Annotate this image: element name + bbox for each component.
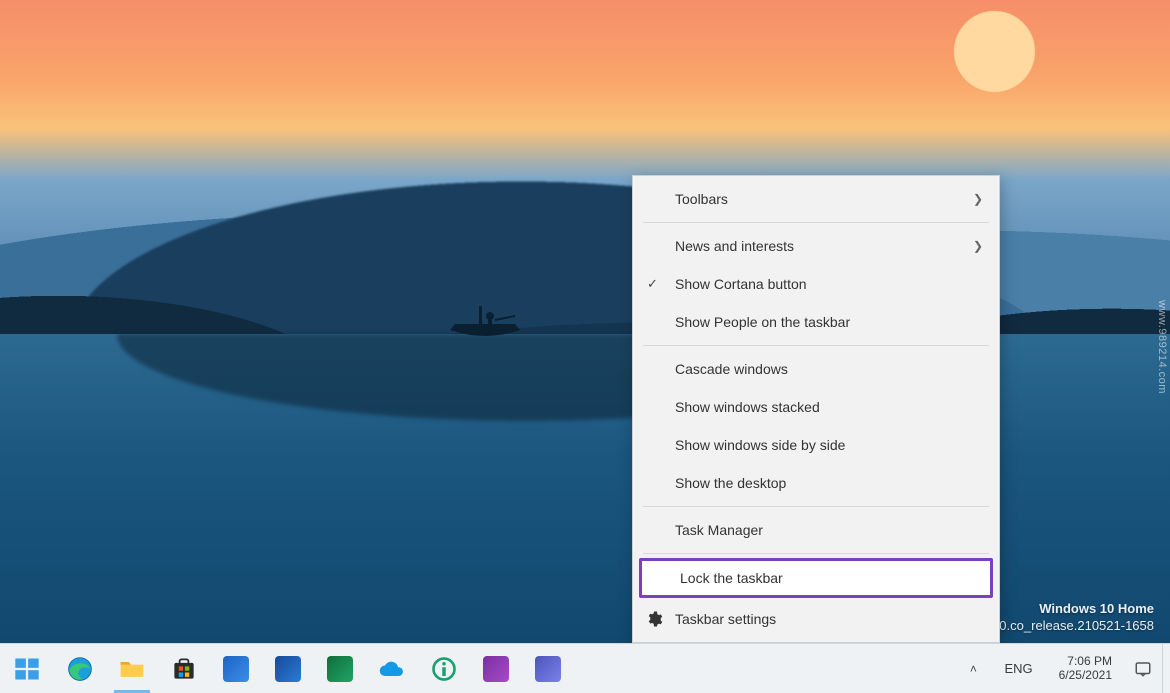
start-button[interactable] (0, 644, 54, 693)
menu-item-label: Toolbars (675, 191, 728, 207)
windows-logo-icon (13, 655, 41, 683)
menu-item-label: Lock the taskbar (680, 570, 783, 586)
menu-separator (643, 345, 989, 346)
tray-language-label: ENG (1004, 661, 1032, 676)
menu-item-label: Show the desktop (675, 475, 786, 491)
taskbar-app-onedrive[interactable] (366, 644, 418, 693)
tray-language-button[interactable]: ENG (998, 661, 1038, 676)
menu-item-label: Taskbar settings (675, 611, 776, 627)
menu-item-label: Show windows stacked (675, 399, 820, 415)
tray-notifications-button[interactable] (1132, 658, 1154, 680)
gear-icon (645, 610, 663, 628)
show-desktop-button[interactable] (1162, 644, 1170, 693)
onenote-icon (483, 656, 509, 682)
taskbar-app-teams[interactable] (522, 644, 574, 693)
taskbar-app-onenote[interactable] (470, 644, 522, 693)
menu-separator (643, 553, 989, 554)
menu-toolbars[interactable]: Toolbars ❯ (633, 180, 999, 218)
check-icon: ✓ (647, 276, 658, 292)
chevron-right-icon: ❯ (973, 192, 983, 206)
outlook-icon (223, 656, 249, 682)
menu-show-the-desktop[interactable]: Show the desktop (633, 464, 999, 502)
word-icon (275, 656, 301, 682)
taskbar-context-menu: Toolbars ❯ News and interests ❯ ✓ Show C… (632, 175, 1000, 643)
source-site-watermark: www.989214.com (1156, 300, 1168, 394)
chevron-up-icon: ˄ (970, 662, 977, 676)
menu-separator (643, 506, 989, 507)
folder-icon (118, 655, 146, 683)
tray-overflow-button[interactable]: ˄ (962, 658, 984, 680)
menu-show-people[interactable]: Show People on the taskbar (633, 303, 999, 341)
menu-item-label: Cascade windows (675, 361, 788, 377)
tray-clock-button[interactable]: 7:06 PM 6/25/2021 (1053, 655, 1118, 683)
taskbar-app-edge[interactable] (54, 644, 106, 693)
chevron-right-icon: ❯ (973, 239, 983, 253)
tray-time: 7:06 PM (1059, 655, 1112, 669)
menu-show-windows-stacked[interactable]: Show windows stacked (633, 388, 999, 426)
cloud-icon (378, 655, 406, 683)
menu-item-label: Show windows side by side (675, 437, 845, 453)
store-icon (170, 655, 198, 683)
menu-item-label: News and interests (675, 238, 794, 254)
menu-news-and-interests[interactable]: News and interests ❯ (633, 227, 999, 265)
menu-item-label: Show People on the taskbar (675, 314, 850, 330)
menu-cascade-windows[interactable]: Cascade windows (633, 350, 999, 388)
teams-icon (535, 656, 561, 682)
menu-separator (643, 222, 989, 223)
menu-show-cortana-button[interactable]: ✓ Show Cortana button (633, 265, 999, 303)
taskbar-app-outlook[interactable] (210, 644, 262, 693)
taskbar-app-microsoft-store[interactable] (158, 644, 210, 693)
taskbar-pinned-apps (54, 644, 574, 693)
menu-item-label: Task Manager (675, 522, 763, 538)
tray-date: 6/25/2021 (1059, 669, 1112, 683)
wallpaper-boat (445, 302, 525, 342)
menu-show-windows-side-by-side[interactable]: Show windows side by side (633, 426, 999, 464)
taskbar-app-excel[interactable] (314, 644, 366, 693)
menu-item-label: Show Cortana button (675, 276, 807, 292)
notification-icon (1134, 660, 1152, 678)
menu-taskbar-settings[interactable]: Taskbar settings (633, 600, 999, 638)
excel-icon (327, 656, 353, 682)
menu-task-manager[interactable]: Task Manager (633, 511, 999, 549)
taskbar-app-word[interactable] (262, 644, 314, 693)
info-circle-icon (430, 655, 458, 683)
menu-lock-the-taskbar[interactable]: Lock the taskbar (639, 558, 993, 598)
taskbar-app-file-explorer[interactable] (106, 644, 158, 693)
edge-icon (66, 655, 94, 683)
taskbar: ˄ ENG 7:06 PM 6/25/2021 (0, 643, 1170, 693)
system-tray: ˄ ENG 7:06 PM 6/25/2021 (954, 644, 1162, 693)
taskbar-app-groove[interactable] (418, 644, 470, 693)
